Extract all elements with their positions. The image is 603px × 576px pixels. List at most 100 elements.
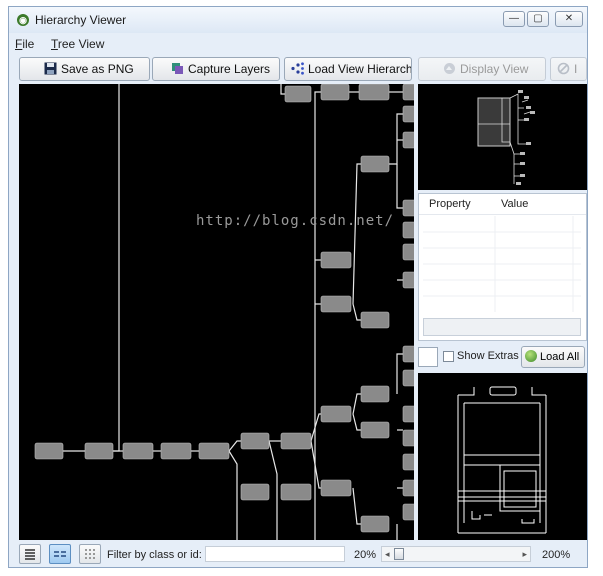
menu-file[interactable]: File	[15, 37, 34, 51]
tree-edge	[310, 413, 321, 442]
property-detail-field	[423, 318, 581, 336]
view-node[interactable]	[284, 85, 312, 103]
tree-view-canvas[interactable]	[19, 84, 414, 540]
layout-box	[499, 464, 541, 512]
load-view-hierarchy-label: Load View Hierarchy	[308, 62, 412, 76]
zoom-left-arrow-icon[interactable]: ◂	[385, 547, 390, 561]
view-node[interactable]	[320, 405, 352, 423]
property-column-header[interactable]: Property	[429, 198, 471, 210]
zoom-right-arrow-icon[interactable]: ▸	[522, 547, 527, 561]
tree-layout-icon	[54, 551, 66, 557]
load-all-button[interactable]: Load All	[521, 346, 585, 368]
align-left-view-button[interactable]	[19, 544, 41, 564]
tree-overview-panel[interactable]	[418, 84, 587, 190]
status-bar: Filter by class or id: 20% ◂ ▸ 200%	[9, 541, 587, 567]
view-node[interactable]	[280, 483, 312, 501]
tree-edge	[352, 303, 361, 321]
view-node[interactable]	[320, 251, 352, 269]
view-node[interactable]	[358, 84, 390, 101]
view-node[interactable]	[402, 405, 414, 423]
view-node[interactable]	[402, 84, 414, 101]
tree-edge	[352, 487, 361, 525]
view-node[interactable]	[360, 421, 390, 439]
tree-edge	[314, 91, 321, 441]
load-view-hierarchy-button[interactable]: Load View Hierarchy	[284, 57, 412, 81]
view-node[interactable]	[240, 483, 270, 501]
view-node[interactable]	[360, 515, 390, 533]
view-node[interactable]	[122, 442, 154, 460]
view-node[interactable]	[320, 479, 352, 497]
view-node[interactable]	[280, 432, 312, 450]
zoom-slider-thumb[interactable]	[394, 548, 404, 560]
view-node[interactable]	[320, 295, 352, 313]
view-node[interactable]	[402, 271, 414, 289]
view-node[interactable]	[360, 385, 390, 403]
view-node[interactable]	[402, 503, 414, 521]
layout-outline	[458, 387, 475, 396]
color-swatch[interactable]	[418, 347, 438, 367]
view-node[interactable]	[360, 311, 390, 329]
property-panel: Property Value	[418, 193, 587, 341]
minimize-button[interactable]: —	[503, 11, 525, 27]
tree-edge	[396, 164, 403, 209]
tree-overview-graph	[477, 90, 535, 185]
tree-edge	[113, 84, 120, 452]
view-node[interactable]	[34, 442, 64, 460]
display-view-button[interactable]: Display View	[418, 57, 546, 81]
view-node[interactable]	[198, 442, 230, 460]
capture-layers-button[interactable]: Capture Layers	[152, 57, 280, 81]
menu-bar: File Tree View	[9, 35, 587, 53]
maximize-button[interactable]: ▢	[527, 11, 549, 27]
view-node[interactable]	[320, 84, 350, 101]
invalidate-label: I	[574, 62, 578, 76]
grid-dots-icon	[85, 549, 95, 559]
view-tree-graph	[34, 84, 414, 540]
title-bar: ◉ Hierarchy Viewer — ▢ ✕	[9, 7, 587, 33]
zoom-slider[interactable]: ◂ ▸	[381, 546, 531, 562]
view-node[interactable]	[160, 442, 192, 460]
property-table-grid[interactable]	[423, 216, 581, 312]
view-node[interactable]	[402, 369, 414, 387]
display-view-label: Display View	[460, 62, 529, 76]
layout-outline	[531, 387, 546, 396]
window-title: Hierarchy Viewer	[35, 13, 127, 27]
view-node[interactable]	[240, 432, 270, 450]
overview-viewport	[477, 97, 511, 147]
load-all-icon	[525, 350, 537, 362]
tree-edge	[352, 413, 361, 431]
view-node[interactable]	[402, 429, 414, 447]
tree-edge	[389, 113, 403, 165]
hierarchy-viewer-window: ◉ Hierarchy Viewer — ▢ ✕ File Tree View …	[8, 6, 588, 568]
tree-edge	[352, 393, 361, 415]
view-node[interactable]	[84, 442, 114, 460]
filter-input[interactable]	[205, 546, 345, 562]
tree-edge	[396, 353, 403, 394]
close-button[interactable]: ✕	[555, 11, 583, 27]
view-node[interactable]	[360, 155, 390, 173]
tree-edge	[268, 440, 278, 540]
grid-layout-button[interactable]	[79, 544, 101, 564]
save-as-png-button[interactable]: Save as PNG	[19, 57, 150, 81]
invalidate-button[interactable]: I	[550, 57, 587, 81]
no-entry-icon	[557, 62, 570, 75]
show-extras-label: Show Extras	[457, 350, 519, 362]
layout-box	[489, 386, 517, 396]
filter-label: Filter by class or id:	[107, 549, 202, 561]
view-node[interactable]	[402, 221, 414, 239]
view-node[interactable]	[402, 479, 414, 497]
layout-preview-panel[interactable]	[418, 373, 587, 540]
display-view-icon	[444, 63, 455, 74]
menu-tree-view[interactable]: Tree View	[51, 37, 104, 51]
show-extras-checkbox[interactable]	[443, 351, 454, 362]
value-column-header[interactable]: Value	[501, 198, 528, 210]
view-node[interactable]	[402, 345, 414, 363]
view-node[interactable]	[402, 105, 414, 123]
zoom-min-label: 20%	[354, 549, 377, 561]
extras-row: Show Extras Load All	[418, 345, 587, 369]
save-as-png-label: Save as PNG	[61, 62, 134, 76]
view-node[interactable]	[402, 199, 414, 217]
view-node[interactable]	[402, 131, 414, 149]
tree-layout-button[interactable]	[49, 544, 71, 564]
view-node[interactable]	[402, 243, 414, 261]
view-node[interactable]	[402, 453, 414, 471]
